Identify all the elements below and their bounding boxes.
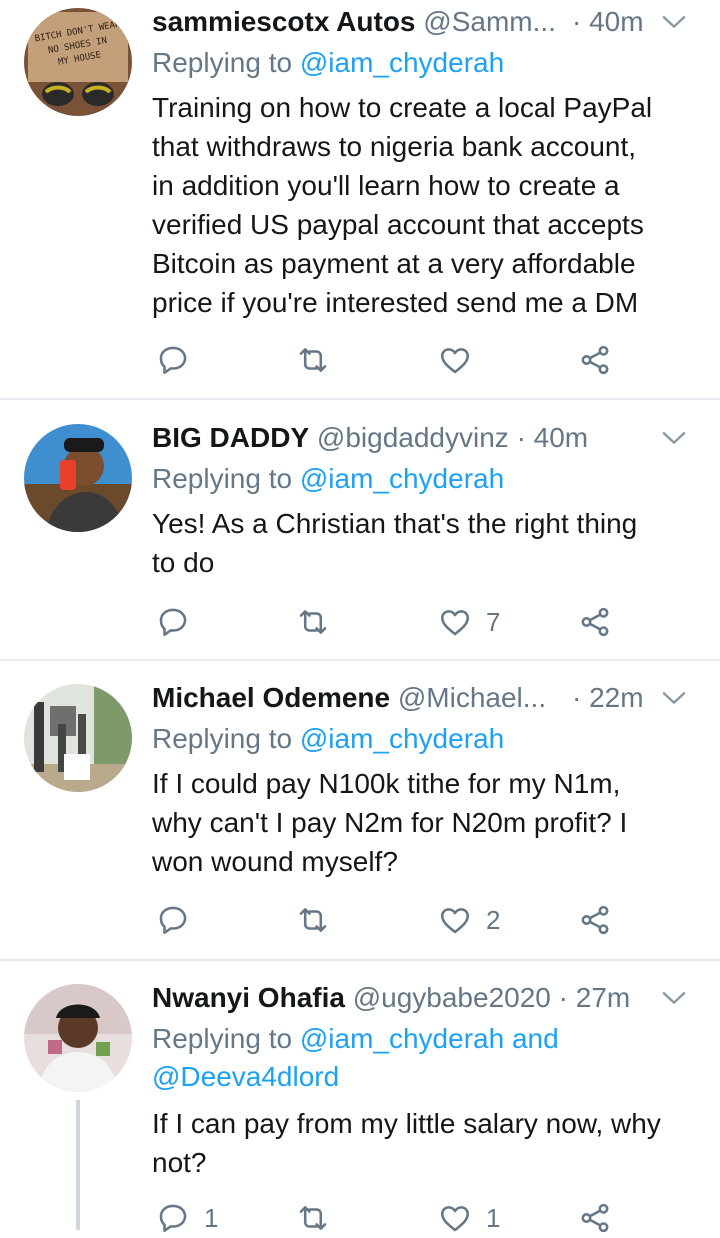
handle[interactable]: @bigdaddyvinz — [317, 422, 509, 453]
share-button[interactable] — [578, 1198, 612, 1238]
retweet-icon — [296, 343, 330, 377]
tweet-actions: 1 1 — [152, 1198, 720, 1238]
avatar[interactable] — [24, 684, 132, 792]
tweet-actions: 2 — [152, 900, 720, 940]
tweet-text: Yes! As a Christian that's the right thi… — [152, 508, 638, 578]
chevron-down-icon[interactable] — [658, 422, 690, 454]
chevron-down-icon[interactable] — [658, 982, 690, 1014]
heart-icon — [438, 343, 472, 377]
reply-icon — [156, 343, 190, 377]
retweet-icon — [296, 605, 330, 639]
mention-link[interactable]: @iam_chyderah — [300, 463, 504, 494]
mention-link[interactable]: @iam_chyderah — [300, 47, 504, 78]
like-count: 7 — [486, 606, 501, 637]
like-count: 1 — [486, 1202, 501, 1233]
share-button[interactable] — [578, 900, 612, 940]
reply-button[interactable] — [156, 340, 204, 380]
handle[interactable]: @Samm... — [423, 6, 556, 37]
display-name[interactable]: Nwanyi Ohafia — [152, 982, 345, 1013]
timestamp[interactable]: · 22m — [572, 676, 644, 720]
tweet-actions — [152, 340, 720, 380]
timestamp[interactable]: · 40m — [572, 0, 644, 44]
tweet-text: Training on how to create a local PayPal… — [152, 92, 653, 318]
mention-link[interactable]: @Deeva4dlord — [152, 1061, 339, 1092]
display-name[interactable]: sammiescotx Autos — [152, 6, 416, 37]
replying-to-line-2: @Deeva4dlord — [152, 1058, 339, 1096]
divider — [0, 398, 720, 400]
reply-button[interactable] — [156, 900, 204, 940]
tweet[interactable]: Michael Odemene @Michael... · 22m Replyi… — [0, 676, 720, 956]
heart-icon — [438, 903, 472, 937]
retweet-icon — [296, 903, 330, 937]
avatar[interactable] — [24, 984, 132, 1092]
like-button[interactable]: 1 — [438, 1198, 500, 1238]
replying-to: Replying to @iam_chyderah — [152, 44, 504, 82]
reply-icon — [156, 903, 190, 937]
replying-to-label: Replying to — [152, 47, 300, 78]
retweet-button[interactable] — [296, 900, 344, 940]
chevron-down-icon[interactable] — [658, 6, 690, 38]
tweet-actions: 7 — [152, 602, 720, 642]
retweet-button[interactable] — [296, 602, 344, 642]
heart-icon — [438, 605, 472, 639]
replying-to-label: Replying to — [152, 723, 300, 754]
like-button[interactable] — [438, 340, 486, 380]
like-button[interactable]: 7 — [438, 602, 500, 642]
reply-count: 1 — [204, 1202, 219, 1233]
reply-button[interactable] — [156, 602, 204, 642]
avatar[interactable]: BITCH DON'T WEAR NO SHOES IN MY HOUSE — [24, 8, 132, 116]
share-icon — [578, 605, 612, 639]
thread-connector — [76, 1100, 80, 1230]
divider — [0, 959, 720, 961]
display-name[interactable]: BIG DADDY — [152, 422, 309, 453]
replying-to-label: Replying to — [152, 463, 300, 494]
replying-to: Replying to @iam_chyderah — [152, 720, 504, 758]
tweet[interactable]: BIG DADDY @bigdaddyvinz · 40m Replying t… — [0, 416, 720, 656]
share-button[interactable] — [578, 340, 612, 380]
mention-link[interactable]: @iam_chyderah and — [300, 1023, 559, 1054]
replying-to-label: Replying to — [152, 1023, 300, 1054]
reply-icon — [156, 605, 190, 639]
share-button[interactable] — [578, 602, 612, 642]
tweet-header: Nwanyi Ohafia @ugybabe2020 · 27m — [152, 976, 720, 1020]
tweet-header: BIG DADDY @bigdaddyvinz · 40m — [152, 416, 720, 460]
handle[interactable]: @ugybabe2020 — [353, 982, 551, 1013]
like-button[interactable]: 2 — [438, 900, 500, 940]
avatar[interactable] — [24, 424, 132, 532]
share-icon — [578, 343, 612, 377]
chevron-down-icon[interactable] — [658, 682, 690, 714]
replying-to: Replying to @iam_chyderah — [152, 460, 504, 498]
display-name[interactable]: Michael Odemene — [152, 682, 390, 713]
retweet-button[interactable] — [296, 1198, 344, 1238]
timestamp[interactable]: · 27m — [559, 982, 631, 1013]
timestamp[interactable]: · 40m — [517, 422, 589, 453]
replying-to: Replying to @iam_chyderah and — [152, 1020, 559, 1058]
like-count: 2 — [486, 904, 501, 935]
handle[interactable]: @Michael... — [398, 682, 546, 713]
tweet-text: If I could pay N100k tithe for my N1m, w… — [152, 768, 628, 877]
share-icon — [578, 903, 612, 937]
tweet-text: If I can pay from my little salary now, … — [152, 1108, 661, 1178]
mention-link[interactable]: @iam_chyderah — [300, 723, 504, 754]
divider — [0, 659, 720, 661]
retweet-button[interactable] — [296, 340, 344, 380]
tweet[interactable]: BITCH DON'T WEAR NO SHOES IN MY HOUSE sa… — [0, 0, 720, 396]
reply-button[interactable]: 1 — [156, 1198, 218, 1238]
tweet[interactable]: Nwanyi Ohafia @ugybabe2020 · 27m Replyin… — [0, 976, 720, 1233]
